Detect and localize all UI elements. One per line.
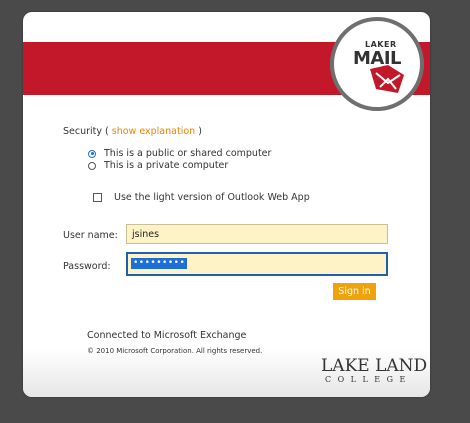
light-version-checkbox[interactable] — [93, 193, 102, 202]
lake-land-college-logo: LAKE LAND COLLEGE — [321, 357, 427, 385]
light-version-label: Use the light version of Outlook Web App — [114, 192, 310, 203]
security-suffix: ) — [195, 126, 202, 137]
password-input[interactable]: ••••••••• — [126, 252, 388, 276]
username-input[interactable]: jsines — [126, 224, 388, 244]
laker-mail-logo: LAKER MAIL — [330, 17, 424, 111]
light-version-option[interactable]: Use the light version of Outlook Web App — [93, 192, 310, 203]
radio-private-label: This is a private computer — [104, 160, 229, 171]
college-name-line1: LAKE LAND — [321, 356, 428, 376]
copyright-text: © 2010 Microsoft Corporation. All rights… — [87, 347, 263, 355]
password-label: Password: — [63, 261, 111, 272]
username-value: jsines — [132, 229, 160, 240]
show-explanation-link[interactable]: show explanation — [112, 126, 195, 137]
sign-in-button[interactable]: Sign in — [333, 283, 376, 300]
security-prefix: Security ( — [63, 126, 112, 137]
college-name-line2: COLLEGE — [325, 375, 412, 384]
username-label: User name: — [63, 230, 118, 241]
envelope-wing-icon — [370, 65, 404, 93]
login-card: LAKER MAIL Security ( show explanation )… — [23, 12, 430, 397]
password-mask: ••••••••• — [131, 258, 188, 269]
radio-public-computer[interactable]: This is a public or shared computer — [88, 148, 271, 159]
connected-text: Connected to Microsoft Exchange — [87, 330, 247, 341]
radio-button[interactable] — [88, 161, 96, 170]
radio-button-checked[interactable] — [88, 149, 96, 158]
radio-public-label: This is a public or shared computer — [104, 148, 272, 159]
radio-private-computer[interactable]: This is a private computer — [88, 160, 228, 171]
security-label: Security ( show explanation ) — [63, 126, 202, 137]
